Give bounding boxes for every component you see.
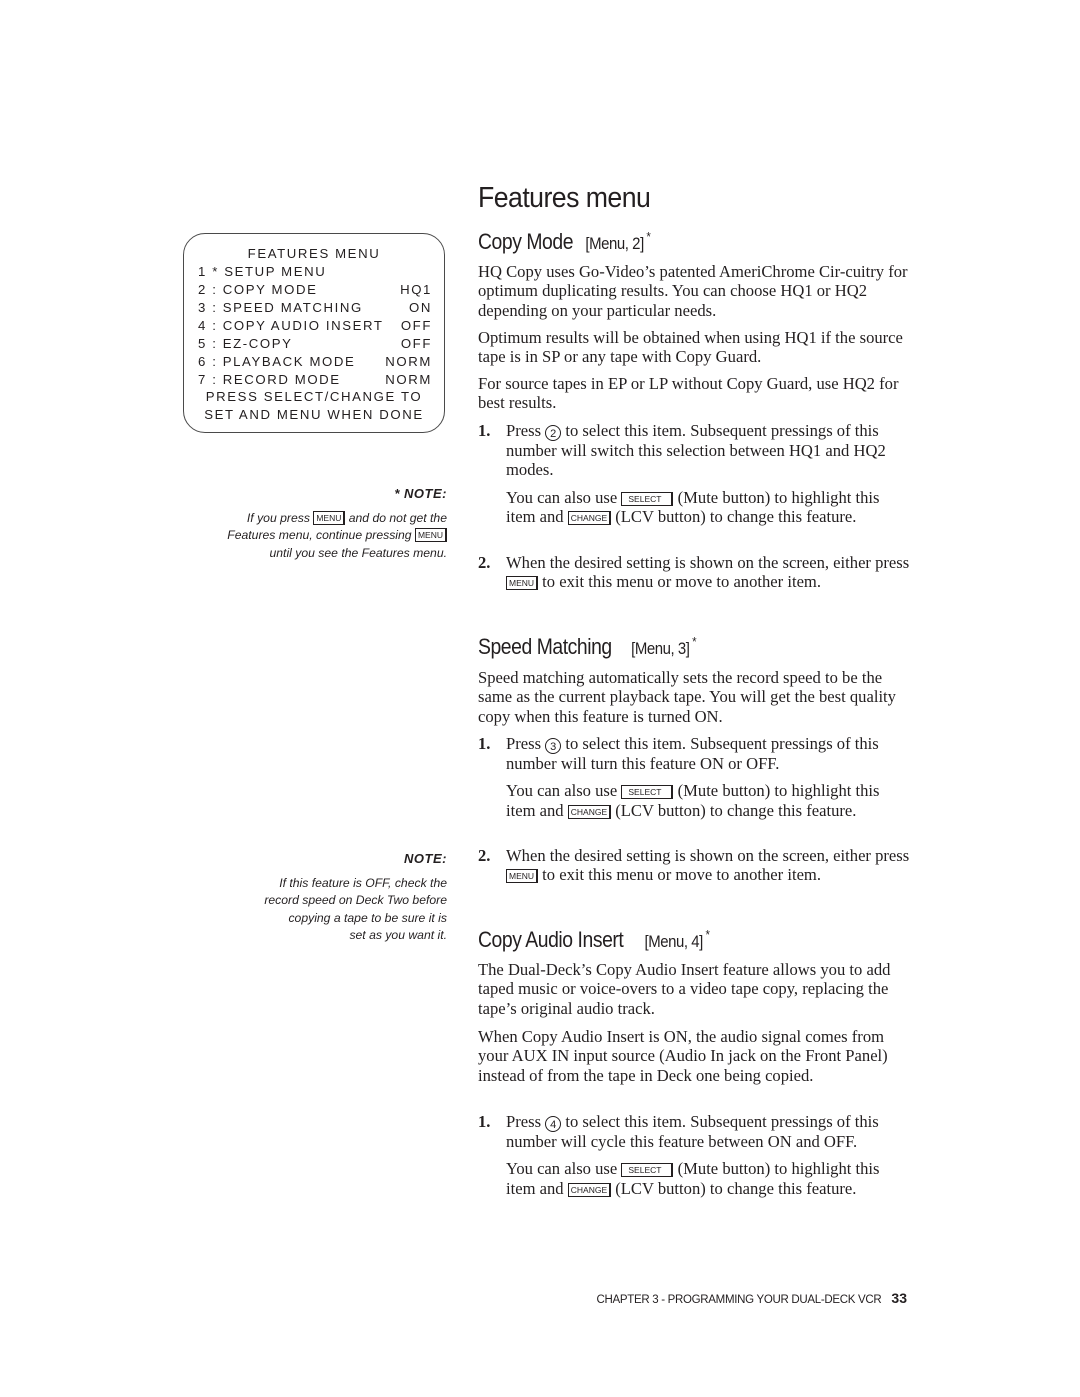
step-text: You can also use <box>506 781 622 801</box>
step-number: 2. <box>478 846 491 865</box>
menu-reference: [Menu, 3] <box>631 639 690 658</box>
osd-row-label: 2 : COPY MODE <box>198 282 318 297</box>
step-number: 1. <box>478 1112 491 1131</box>
osd-title: FEATURES MENU <box>247 246 381 261</box>
asterisk-marker: * <box>646 229 651 244</box>
note-text: Features menu, continue pressing <box>227 528 415 543</box>
step-text: (LCV button) to change this feature. <box>611 800 857 820</box>
section-heading-copy-audio-insert: Copy Audio Insert [Menu, 4] * <box>478 927 710 953</box>
step-text: (LCV button) to change this feature. <box>611 1178 857 1198</box>
select-key-icon: SELECT <box>621 491 674 506</box>
side-note-menu: * NOTE: If you press MENU and do not get… <box>227 485 447 562</box>
step-text: to select this item. Subsequent pressing… <box>506 421 886 480</box>
step-text: You can also use <box>506 1159 622 1179</box>
step-text: When the desired setting is shown on the… <box>506 846 910 865</box>
note-line: copying a tape to be sure it is <box>288 910 447 925</box>
step-item: 2. When the desired setting is shown on … <box>478 846 910 885</box>
osd-row-value: NORM <box>385 354 432 369</box>
paragraph: The Dual-Deck’s Copy Audio Insert featur… <box>478 960 891 1018</box>
step-text: Press <box>506 734 546 753</box>
step-number: 2. <box>478 553 491 572</box>
step-item: 1. Press 4 to select this item. Subseque… <box>478 1112 910 1198</box>
osd-row-label: 6 : PLAYBACK MODE <box>198 354 356 369</box>
osd-row: 4 : COPY AUDIO INSERT OFF <box>198 318 432 336</box>
paragraph: Optimum results will be obtained when us… <box>478 328 903 367</box>
osd-row-label: 1 * SETUP MENU <box>198 264 327 279</box>
change-key-icon: CHANGE <box>567 1182 612 1197</box>
paragraph: For source tapes in EP or LP without Cop… <box>478 374 899 413</box>
step-item: 2. When the desired setting is shown on … <box>478 553 910 592</box>
section-heading-text: Speed Matching <box>478 634 612 659</box>
paragraph: Speed matching automatically sets the re… <box>478 668 896 726</box>
menu-reference: [Menu, 4] <box>644 932 703 951</box>
osd-footer-line: PRESS SELECT/CHANGE TO <box>205 389 423 404</box>
section-heading-speed-matching: Speed Matching [Menu, 3] * <box>478 634 697 660</box>
asterisk-marker: * <box>692 634 697 649</box>
paragraph: When Copy Audio Insert is ON, the audio … <box>478 1027 888 1085</box>
section-heading-copy-mode: Copy Mode [Menu, 2] * <box>478 229 651 255</box>
step-text: When the desired setting is shown on the… <box>506 553 910 572</box>
section-heading-text: Copy Audio Insert <box>478 927 624 952</box>
step-text: to select this item. Subsequent pressing… <box>506 1112 879 1151</box>
paragraph: HQ Copy uses Go-Video’s patented AmeriCh… <box>478 262 908 320</box>
menu-key-icon: MENU <box>414 528 447 543</box>
select-key-icon: SELECT <box>621 785 674 800</box>
select-key-icon: SELECT <box>621 1163 674 1178</box>
note-heading: * NOTE: <box>394 486 447 501</box>
note-line: Features menu, continue pressing MENU <box>227 527 447 545</box>
note-text: If you press <box>246 510 314 525</box>
osd-row: 1 * SETUP MENU <box>198 264 432 282</box>
section-heading-text: Copy Mode <box>478 229 574 254</box>
menu-key-icon: MENU <box>506 576 539 591</box>
note-line: until you see the Features menu. <box>269 545 448 560</box>
side-note-speed: NOTE: If this feature is OFF, check the … <box>264 850 447 945</box>
step-text: to exit this menu or move to another ite… <box>538 572 821 592</box>
osd-row-value: OFF <box>400 318 432 333</box>
note-line: If this feature is OFF, check the <box>279 875 447 890</box>
step-text: to exit this menu or move to another ite… <box>538 865 821 885</box>
osd-row-label: 3 : SPEED MATCHING <box>198 300 363 315</box>
osd-row-value: OFF <box>400 336 432 351</box>
change-key-icon: CHANGE <box>567 511 612 526</box>
step-text: You can also use <box>506 487 622 507</box>
chapter-title: CHAPTER 3 - PROGRAMMING YOUR DUAL-DECK V… <box>596 1294 882 1306</box>
step-text: Press <box>506 421 546 440</box>
page-number: 33 <box>891 1290 907 1306</box>
osd-row: 5 : EZ-COPY OFF <box>198 336 432 354</box>
step-item: 1. Press 3 to select this item. Subseque… <box>478 734 910 820</box>
osd-row-value: NORM <box>385 372 432 387</box>
osd-row: 2 : COPY MODE HQ1 <box>198 282 432 300</box>
button-2-icon: 2 <box>545 425 562 441</box>
osd-row-value: ON <box>409 300 432 315</box>
step-number: 1. <box>478 421 491 440</box>
menu-reference: [Menu, 2] <box>585 234 644 253</box>
button-3-icon: 3 <box>545 738 562 754</box>
features-menu-screen-illustration: FEATURES MENU 1 * SETUP MENU 2 : COPY MO… <box>183 233 445 433</box>
button-4-icon: 4 <box>545 1116 562 1132</box>
note-heading: NOTE: <box>404 851 447 866</box>
step-number: 1. <box>478 734 491 753</box>
note-line: record speed on Deck Two before <box>264 893 447 908</box>
change-key-icon: CHANGE <box>567 804 612 819</box>
menu-key-icon: MENU <box>313 510 346 525</box>
note-line: If you press MENU and do not get the <box>227 510 447 528</box>
osd-row: 7 : RECORD MODE NORM <box>198 372 432 390</box>
step-text: Press <box>506 1112 546 1131</box>
osd-row-label: 5 : EZ-COPY <box>198 336 293 351</box>
step-text: (LCV button) to change this feature. <box>611 507 857 527</box>
asterisk-marker: * <box>705 927 710 942</box>
note-text: and do not get the <box>345 510 447 525</box>
osd-footer-line: SET AND MENU WHEN DONE <box>204 407 424 422</box>
step-item: 1. Press 2 to select this item. Subseque… <box>478 421 910 527</box>
osd-row-value: HQ1 <box>400 282 432 297</box>
note-line: set as you want it. <box>349 928 447 943</box>
osd-row: 6 : PLAYBACK MODE NORM <box>198 354 432 372</box>
osd-row: 3 : SPEED MATCHING ON <box>198 300 432 318</box>
page-footer: CHAPTER 3 - PROGRAMMING YOUR DUAL-DECK V… <box>596 1290 907 1306</box>
osd-row-label: 4 : COPY AUDIO INSERT <box>198 318 384 333</box>
page-title: Features menu <box>478 182 651 214</box>
step-text: to select this item. Subsequent pressing… <box>506 734 879 773</box>
osd-row-label: 7 : RECORD MODE <box>198 372 341 387</box>
menu-key-icon: MENU <box>506 869 539 884</box>
